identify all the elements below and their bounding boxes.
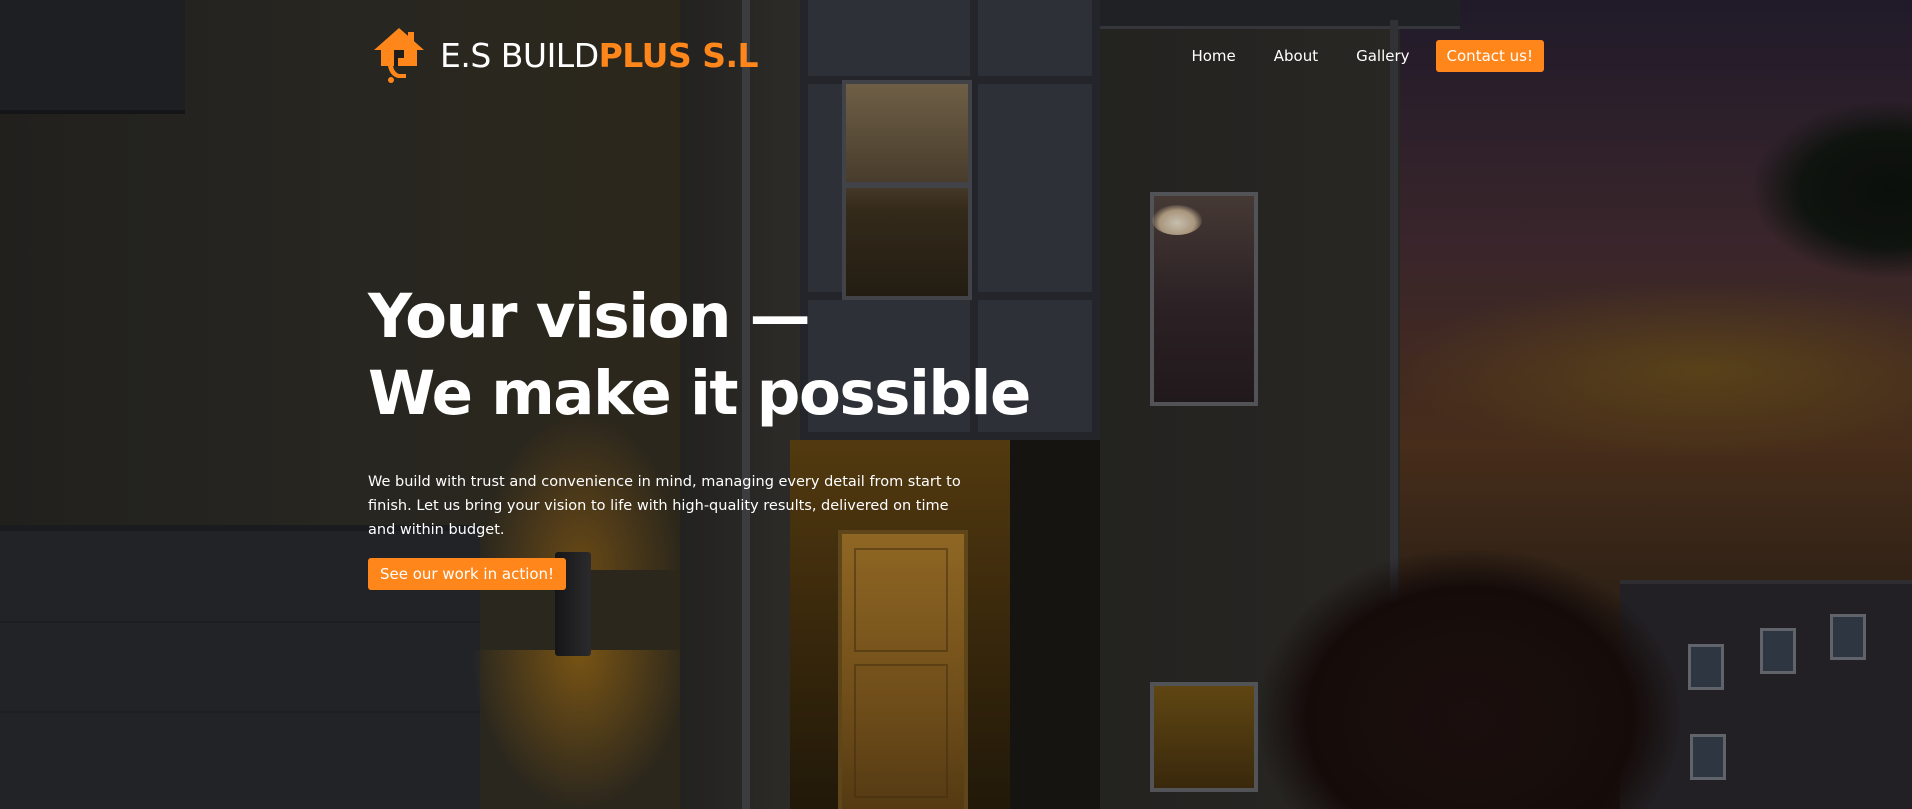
hero-headline-line1: Your vision — xyxy=(368,281,811,352)
hero-content: Your vision — We make it possible We bui… xyxy=(368,278,1031,590)
brand-name: E.S BUILDPLUS S.L xyxy=(440,35,759,75)
brand-name-accent: PLUS S.L xyxy=(598,35,759,75)
hero-headline: Your vision — We make it possible xyxy=(368,278,1031,432)
hero-section: E.S BUILDPLUS S.L Home About Gallery Con… xyxy=(0,0,1912,809)
hero-description: We build with trust and convenience in m… xyxy=(368,474,961,538)
see-our-work-button[interactable]: See our work in action! xyxy=(368,558,567,590)
nav-about-link[interactable]: About xyxy=(1262,41,1330,71)
brand-logo-link[interactable]: E.S BUILDPLUS S.L xyxy=(372,26,759,84)
nav-home-link[interactable]: Home xyxy=(1179,41,1247,71)
brand-name-prefix: E.S BUILD xyxy=(440,35,599,75)
contact-us-button[interactable]: Contact us! xyxy=(1435,40,1544,72)
site-header: E.S BUILDPLUS S.L Home About Gallery Con… xyxy=(0,0,1912,110)
house-hand-icon xyxy=(372,26,426,84)
main-nav: Home About Gallery Contact us! xyxy=(1165,40,1544,72)
hero-headline-line2: We make it possible xyxy=(368,358,1031,429)
nav-gallery-link[interactable]: Gallery xyxy=(1344,41,1421,71)
